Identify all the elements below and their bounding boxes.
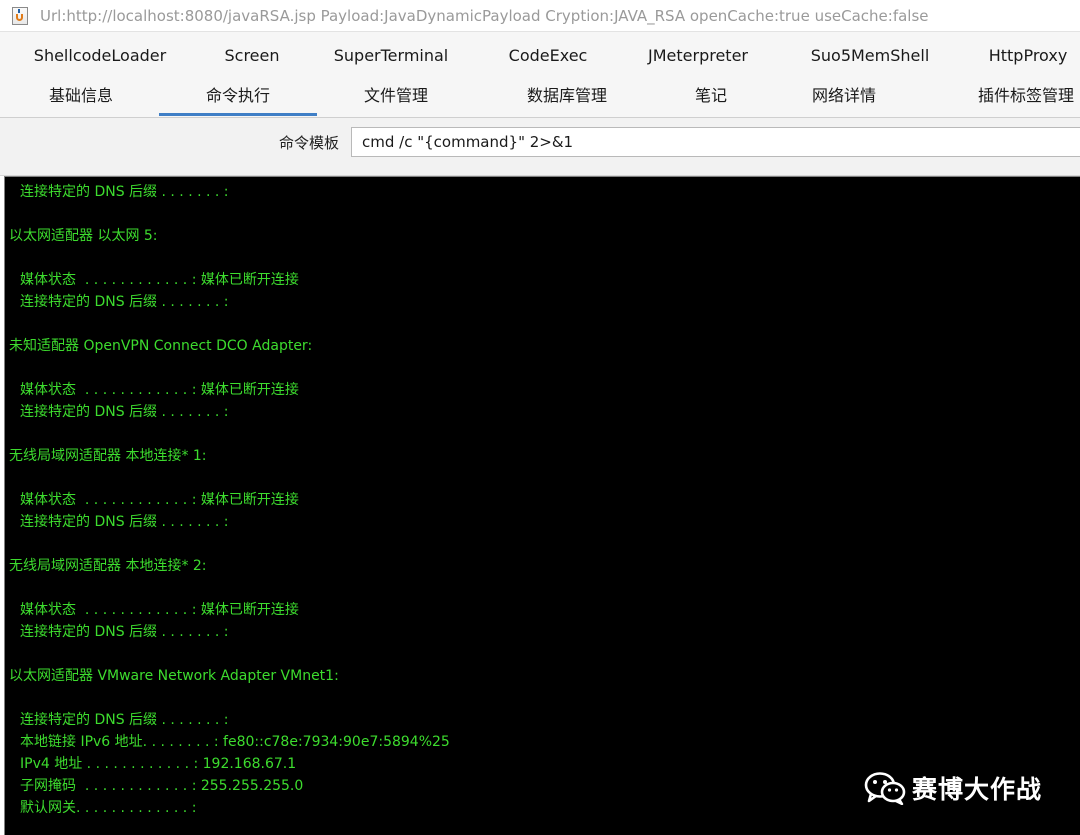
terminal-line: 未知适配器 OpenVPN Connect DCO Adapter: — [5, 335, 1080, 357]
terminal-line: 以太网适配器 以太网 5: — [5, 225, 1080, 247]
terminal-line: 连接特定的 DNS 后缀 . . . . . . . : — [5, 291, 1080, 313]
tab-jmeterpreter[interactable]: JMeterpreter — [632, 36, 764, 76]
terminal-line: 媒体状态 . . . . . . . . . . . . : 媒体已断开连接 — [5, 489, 1080, 511]
watermark: 赛博大作战 — [864, 768, 1042, 808]
terminal-line-text: IPv4 地址 . . . . . . . . . . . . : 192.16… — [20, 756, 297, 772]
terminal-line: 连接特定的 DNS 后缀 . . . . . . . : — [5, 181, 1080, 203]
tab-network-details[interactable]: 网络详情 — [763, 76, 925, 116]
terminal-line-text: 连接特定的 DNS 后缀 . . . . . . . : — [20, 514, 229, 530]
wechat-icon — [864, 771, 908, 806]
terminal-line-text: 本地链接 IPv6 地址. . . . . . . . : fe80::c78e… — [20, 734, 450, 750]
terminal-line-text: 媒体状态 . . . . . . . . . . . . : 媒体已断开连接 — [20, 272, 299, 288]
title-bar: Url:http://localhost:8080/javaRSA.jsp Pa… — [0, 0, 1080, 32]
tab-shellcodeloader[interactable]: ShellcodeLoader — [14, 36, 186, 76]
tab-row-main: 基础信息 命令执行 文件管理 数据库管理 笔记 网络详情 插件标签管理 — [0, 76, 1080, 116]
terminal-line-text: 默认网关. . . . . . . . . . . . . : — [20, 800, 197, 816]
tab-plugin-tag-manager[interactable]: 插件标签管理 — [925, 76, 1080, 116]
terminal-line-text: 连接特定的 DNS 后缀 . . . . . . . : — [20, 294, 229, 310]
terminal-line: 媒体状态 . . . . . . . . . . . . : 媒体已断开连接 — [5, 379, 1080, 401]
terminal-line: 媒体状态 . . . . . . . . . . . . : 媒体已断开连接 — [5, 269, 1080, 291]
terminal-line: 以太网适配器 VMware Network Adapter VMnet1: — [5, 665, 1080, 687]
terminal-line-text: 媒体状态 . . . . . . . . . . . . : 媒体已断开连接 — [20, 382, 299, 398]
tab-basic-info[interactable]: 基础信息 — [0, 76, 162, 116]
terminal-line-text: 无线局域网适配器 本地连接* 1: — [9, 448, 207, 464]
java-app-icon — [12, 6, 28, 25]
tab-codeexec[interactable]: CodeExec — [464, 36, 632, 76]
terminal-line-text: 子网掩码 . . . . . . . . . . . . : 255.255.2… — [20, 778, 304, 794]
terminal-line: 媒体状态 . . . . . . . . . . . . : 媒体已断开连接 — [5, 599, 1080, 621]
command-template-label: 命令模板 — [279, 134, 340, 152]
tab-superterminal[interactable]: SuperTerminal — [318, 36, 464, 76]
terminal-line-text: 无线局域网适配器 本地连接* 2: — [9, 558, 207, 574]
command-template-input[interactable] — [351, 127, 1080, 157]
terminal-line: 连接特定的 DNS 后缀 . . . . . . . : — [5, 401, 1080, 423]
terminal-line-text: 连接特定的 DNS 后缀 . . . . . . . : — [20, 184, 229, 200]
terminal-line-text: 连接特定的 DNS 后缀 . . . . . . . : — [20, 624, 229, 640]
terminal-line: 连接特定的 DNS 后缀 . . . . . . . : — [5, 621, 1080, 643]
tab-command-exec[interactable]: 命令执行 — [159, 76, 317, 116]
terminal-line: 无线局域网适配器 本地连接* 2: — [5, 555, 1080, 577]
tab-bar: ShellcodeLoader Screen SuperTerminal Cod… — [0, 32, 1080, 118]
terminal-line: 连接特定的 DNS 后缀 . . . . . . . : — [5, 709, 1080, 731]
window-title: Url:http://localhost:8080/javaRSA.jsp Pa… — [40, 6, 929, 25]
terminal-line-text: 未知适配器 OpenVPN Connect DCO Adapter: — [9, 338, 313, 354]
tab-notes[interactable]: 笔记 — [659, 76, 763, 116]
tab-screen[interactable]: Screen — [186, 36, 318, 76]
tab-database-manager[interactable]: 数据库管理 — [475, 76, 659, 116]
command-template-bar: 命令模板 — [0, 118, 1080, 176]
terminal-line: 连接特定的 DNS 后缀 . . . . . . . : — [5, 511, 1080, 533]
terminal-line: 无线局域网适配器 本地连接* 1: — [5, 445, 1080, 467]
terminal-line-text: 媒体状态 . . . . . . . . . . . . : 媒体已断开连接 — [20, 602, 299, 618]
terminal-output[interactable]: 连接特定的 DNS 后缀 . . . . . . . : 以太网适配器 以太网 5… — [4, 176, 1080, 835]
tab-httpproxy[interactable]: HttpProxy — [976, 36, 1080, 76]
terminal-line-text: 以太网适配器 以太网 5: — [9, 228, 158, 244]
terminal-line-text: 媒体状态 . . . . . . . . . . . . : 媒体已断开连接 — [20, 492, 299, 508]
tab-row-plugins: ShellcodeLoader Screen SuperTerminal Cod… — [0, 36, 1080, 76]
terminal-line: 本地链接 IPv6 地址. . . . . . . . : fe80::c78e… — [5, 731, 1080, 753]
terminal-lines: 连接特定的 DNS 后缀 . . . . . . . : 以太网适配器 以太网 5… — [5, 181, 1080, 819]
terminal-line-text: 连接特定的 DNS 后缀 . . . . . . . : — [20, 712, 229, 728]
tab-suo5memshell[interactable]: Suo5MemShell — [764, 36, 976, 76]
terminal-line-text: 以太网适配器 VMware Network Adapter VMnet1: — [9, 668, 339, 684]
terminal-line-text: 连接特定的 DNS 后缀 . . . . . . . : — [20, 404, 229, 420]
tab-file-manager[interactable]: 文件管理 — [317, 76, 475, 116]
watermark-text: 赛博大作战 — [912, 775, 1043, 804]
